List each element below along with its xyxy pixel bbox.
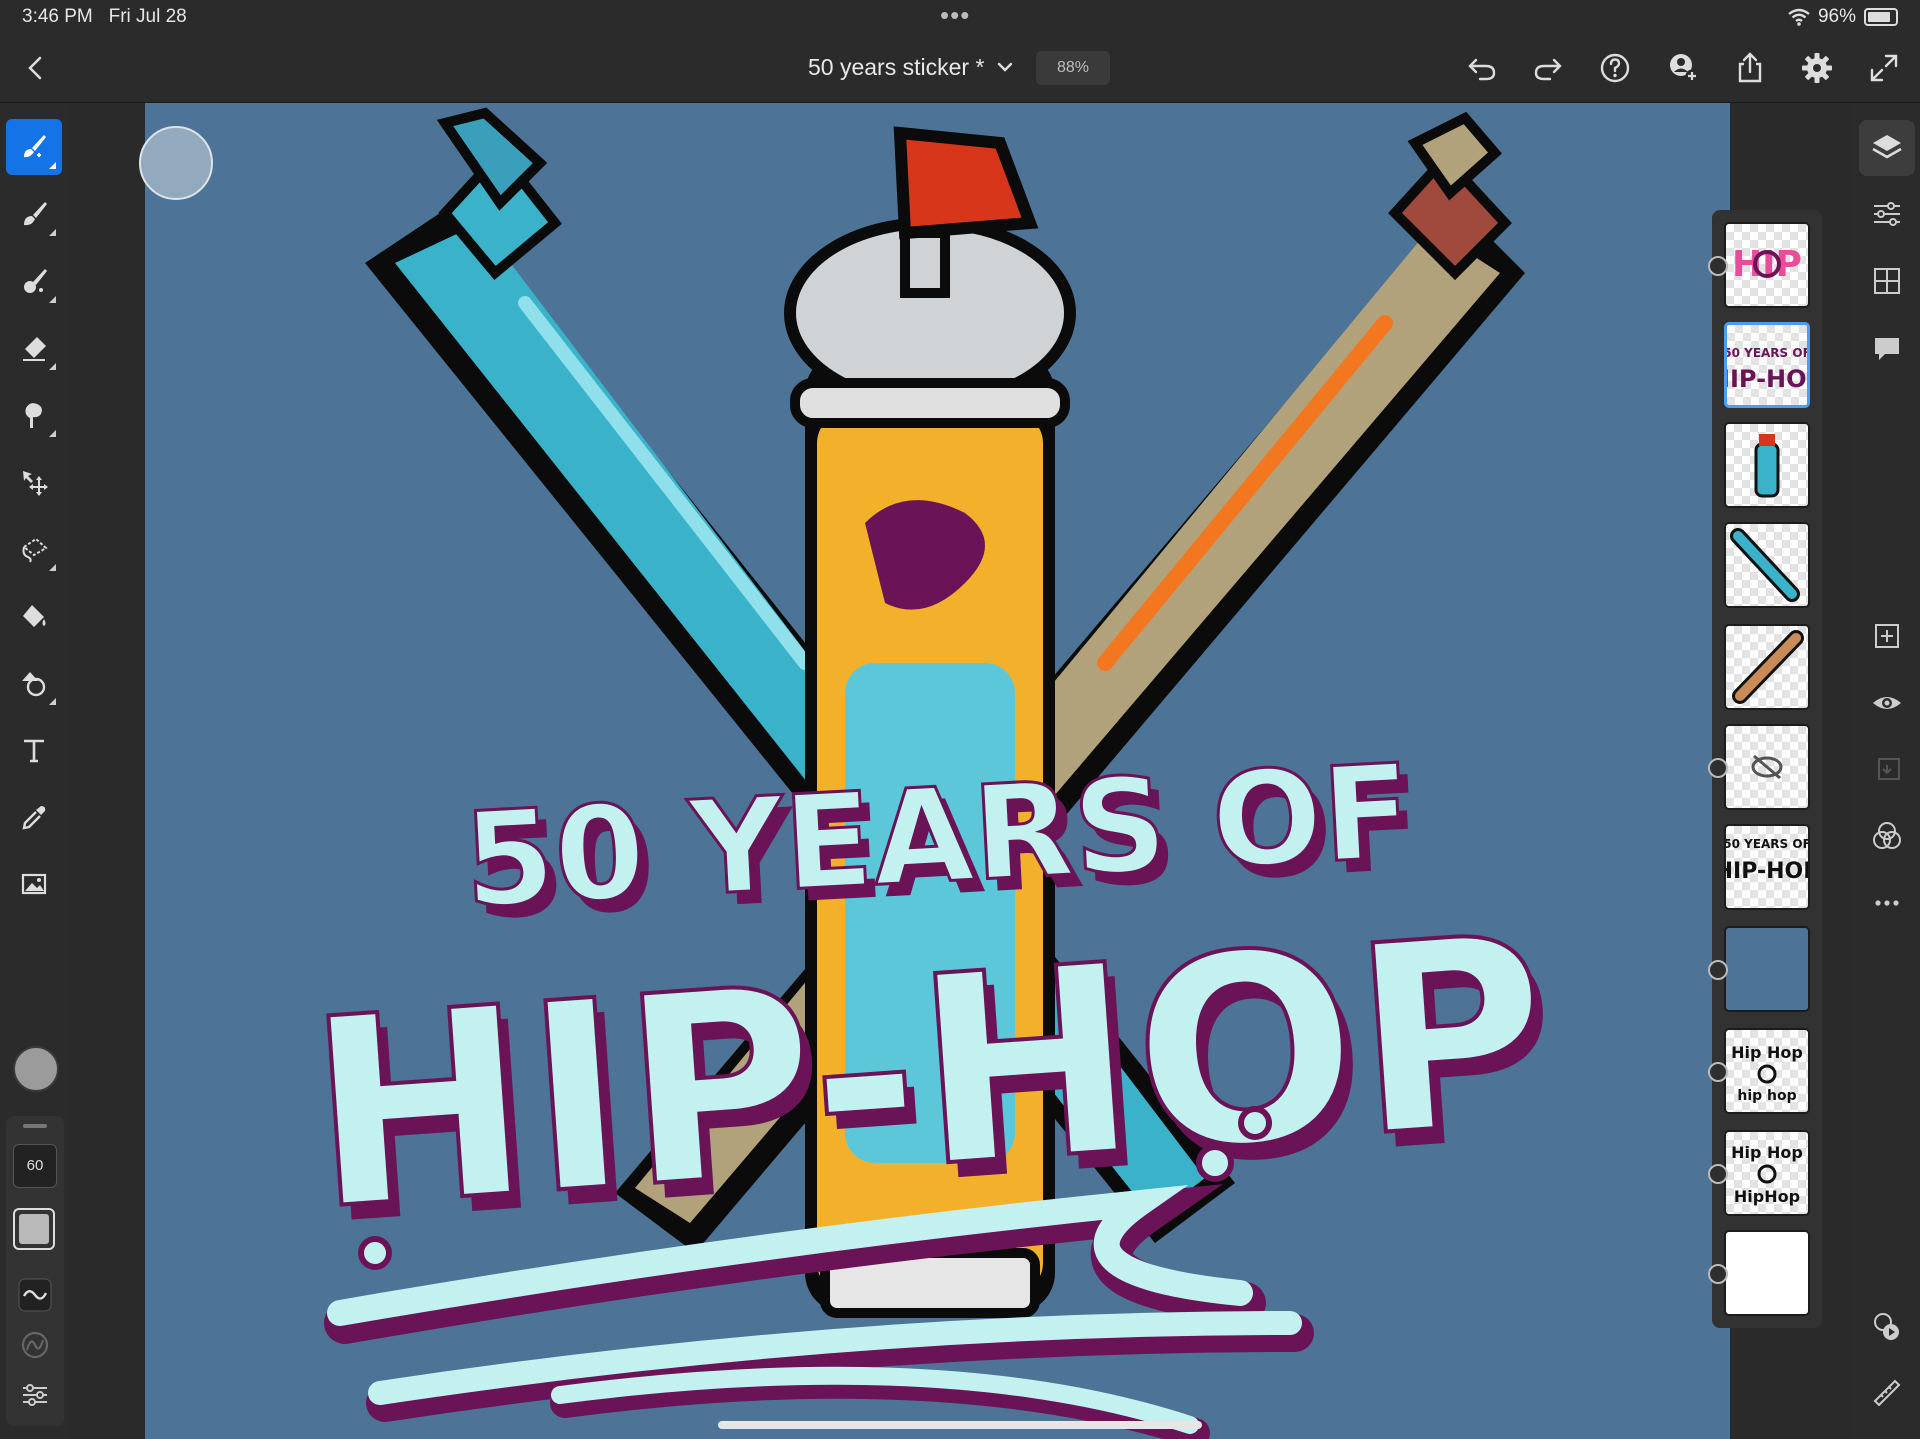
svg-text:HipHop: HipHop — [1734, 1187, 1800, 1206]
layer-image-badge — [1708, 1264, 1728, 1284]
grid-icon[interactable] — [1869, 263, 1905, 299]
layer-thumbnail[interactable] — [1724, 422, 1810, 508]
brush-opacity-swatch[interactable] — [13, 1208, 55, 1250]
layer-thumbnail[interactable]: Hip Hop HipHop — [1724, 1130, 1810, 1216]
back-icon[interactable] — [20, 52, 52, 84]
layer-thumbnail[interactable] — [1724, 522, 1810, 608]
brush-size-field[interactable]: 60 — [13, 1144, 57, 1188]
svg-text:HIP-HOP: HIP-HOP — [1727, 365, 1807, 393]
layer-thumbnail-white[interactable] — [1724, 1230, 1810, 1316]
eyedropper-tool[interactable] — [6, 789, 62, 845]
svg-text:hip hop: hip hop — [1737, 1088, 1796, 1104]
artboard[interactable]: 50 YEARS OF 50 YEARS OF HIP-HOP HIP-HOP — [145, 103, 1730, 1439]
lasso-icon — [22, 537, 48, 563]
layer-visibility-badge — [1708, 960, 1728, 980]
pixel-brush-icon — [24, 202, 47, 226]
svg-text:HIP-HOP: HIP-HOP — [1726, 859, 1808, 884]
layer-visibility-badge — [1708, 758, 1728, 778]
invite-icon[interactable] — [1665, 50, 1701, 86]
image-icon — [21, 873, 47, 895]
move-icon — [23, 471, 48, 496]
smudge-icon — [25, 403, 42, 428]
brush-settings-panel: 60 — [6, 1116, 64, 1426]
layer-thumbnail[interactable] — [1724, 624, 1810, 710]
shapes-tool[interactable] — [6, 655, 62, 711]
more-icon[interactable] — [1869, 885, 1905, 921]
svg-text:50 YEARS OF: 50 YEARS OF — [1727, 346, 1807, 360]
layer-visibility-badge — [1708, 1062, 1728, 1082]
battery-icon — [1864, 8, 1898, 26]
status-right: 96% — [1788, 6, 1898, 28]
layer-group-badge — [1708, 1164, 1728, 1184]
hip-hop-sticker-artwork: 50 YEARS OF 50 YEARS OF HIP-HOP HIP-HOP — [299, 107, 1567, 1439]
blend-icon[interactable] — [1869, 818, 1905, 854]
fill-tool[interactable] — [6, 588, 62, 644]
multitask-dots[interactable]: ••• — [940, 0, 970, 31]
text-icon — [24, 739, 44, 763]
svg-text:Hip Hop: Hip Hop — [1731, 1143, 1803, 1162]
right-rail — [1854, 103, 1920, 1439]
layer-thumbnail-background[interactable] — [1724, 926, 1810, 1012]
paint-brush-tool[interactable] — [6, 119, 62, 175]
stroke-smoothing-icon[interactable] — [18, 1328, 52, 1362]
settings-icon[interactable] — [1799, 50, 1835, 86]
top-toolbar: 50 years sticker * 88% — [0, 34, 1920, 103]
layer-thumbnail-hidden[interactable] — [1724, 724, 1810, 810]
brush-stroke-icon[interactable] — [18, 1278, 52, 1312]
layer-thumbnail[interactable]: HIP — [1724, 222, 1810, 308]
document-title[interactable]: 50 years sticker * — [808, 54, 984, 81]
eraser-icon — [23, 337, 46, 361]
battery-percent: 96% — [1817, 6, 1856, 27]
chevron-down-icon[interactable] — [994, 56, 1016, 78]
image-tool[interactable] — [6, 856, 62, 912]
lettering: 50 YEARS OF 50 YEARS OF HIP-HOP HIP-HOP — [299, 734, 1567, 1439]
timelapse-icon[interactable] — [1869, 1308, 1905, 1344]
fullscreen-icon[interactable] — [1866, 50, 1902, 86]
brush-settings-icon[interactable] — [18, 1378, 52, 1412]
layers-panel: HIP 50 YEARS OF HIP-HOP 50 YEARS OF HIP-HO… — [1708, 210, 1822, 1328]
share-icon[interactable] — [1732, 50, 1768, 86]
merge-icon[interactable] — [1869, 751, 1905, 787]
home-indicator[interactable] — [718, 1421, 1202, 1429]
layer-thumbnail[interactable]: 50 YEARS OF HIP-HOP — [1724, 824, 1810, 910]
svg-text:Hip Hop: Hip Hop — [1731, 1043, 1803, 1062]
adjustments-icon[interactable] — [1869, 196, 1905, 232]
eyedropper-icon — [22, 806, 46, 830]
size-slider-handle[interactable] — [23, 1124, 47, 1128]
status-time: 3:46 PM Fri Jul 28 — [22, 6, 187, 27]
layer-image-badge — [1708, 256, 1728, 276]
selection-tool[interactable] — [6, 521, 62, 577]
live-brush-tool[interactable] — [6, 253, 62, 309]
left-toolbar: 60 — [0, 103, 70, 1439]
undo-icon[interactable] — [1464, 50, 1500, 86]
redo-icon[interactable] — [1530, 50, 1566, 86]
transform-tool[interactable] — [6, 454, 62, 510]
layers-icon[interactable] — [1869, 130, 1905, 166]
ruler-icon[interactable] — [1869, 1375, 1905, 1411]
shapes-icon — [22, 672, 46, 697]
svg-text:50 YEARS OF: 50 YEARS OF — [1726, 837, 1808, 851]
layer-thumbnail-selected[interactable]: 50 YEARS OF HIP-HOP — [1724, 322, 1810, 408]
brush-cursor — [139, 126, 213, 200]
help-icon[interactable] — [1597, 50, 1633, 86]
zoom-level[interactable]: 88% — [1036, 51, 1110, 85]
paint-bucket-icon — [23, 605, 46, 627]
comments-icon[interactable] — [1869, 330, 1905, 366]
visibility-icon[interactable] — [1869, 685, 1905, 721]
layer-thumbnail[interactable]: Hip Hop hip hop — [1724, 1028, 1810, 1114]
color-picker[interactable] — [13, 1046, 59, 1092]
text-tool[interactable] — [6, 722, 62, 778]
paint-brush-icon — [24, 135, 46, 158]
pixel-brush-tool[interactable] — [6, 186, 62, 242]
smudge-tool[interactable] — [6, 387, 62, 443]
eraser-tool[interactable] — [6, 320, 62, 376]
wifi-icon — [1788, 8, 1810, 26]
status-bar: 3:46 PM Fri Jul 28 ••• 96% — [0, 0, 1920, 34]
live-brush-icon — [24, 269, 47, 293]
add-layer-icon[interactable] — [1869, 618, 1905, 654]
